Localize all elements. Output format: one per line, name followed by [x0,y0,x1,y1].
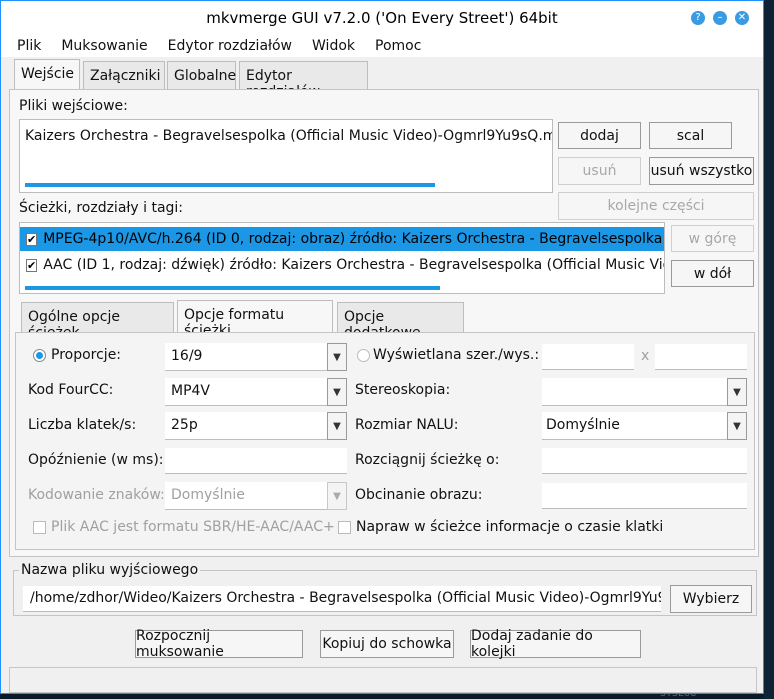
stereoscopy-combo[interactable]: ▼ [542,378,747,406]
title-bar: mkvmerge GUI v7.2.0 ('On Every Street') … [1,1,763,35]
fourcc-label: Kod FourCC: [28,382,114,398]
fps-label: Liczba klatek/s: [28,417,137,433]
display-height-field[interactable] [655,344,747,370]
charset-combo[interactable]: Domyślnie ▼ [165,482,347,510]
merge-button[interactable]: scal [649,122,732,149]
fps-value: 25p [171,417,198,433]
track-checkbox-audio[interactable]: ✔ [26,258,38,272]
input-file-item[interactable]: Kaizers Orchestra - Begravelsespolka (Of… [25,128,552,144]
tab-chapter-editor[interactable]: Edytor rozdziałów [239,61,368,100]
format-options-panel [15,332,755,550]
tab-general-track-options[interactable]: Ogólne opcje ścieżek [21,302,174,341]
remove-button[interactable]: usuń [558,157,641,185]
tab-attachments[interactable]: Załączniki [83,61,165,91]
chevron-down-icon[interactable]: ▼ [727,378,747,406]
track-label-audio: AAC (ID 1, rodzaj: dźwięk) źródło: Kaize… [43,257,665,273]
fix-timing-checkbox[interactable] [338,521,351,534]
tracks-list[interactable]: ✔ MPEG-4p10/AVC/h.264 (ID 0, rodzaj: obr… [19,222,665,294]
move-up-button[interactable]: w górę [671,225,754,252]
output-label: Nazwa pliku wyjściowego [19,562,201,578]
tab-global[interactable]: Globalne [167,61,236,91]
window-title: mkvmerge GUI v7.2.0 ('On Every Street') … [206,9,558,27]
stretch-label: Rozciągnij ścieżkę o: [355,452,500,468]
charset-label: Kodowanie znaków: [28,487,165,503]
input-files-list[interactable]: Kaizers Orchestra - Begravelsespolka (Of… [19,119,553,193]
input-files-scrollbar[interactable] [25,183,435,187]
aspect-ratio-label: Proporcje: [51,347,122,363]
chevron-down-icon[interactable]: ▼ [327,378,347,406]
aac-sbr-label: Plik AAC jest formatu SBR/HE-AAC/AAC+ [51,519,335,535]
charset-value: Domyślnie [171,487,245,503]
chevron-down-icon[interactable]: ▼ [727,412,747,440]
menu-help[interactable]: Pomoc [365,38,431,54]
display-dims-label: Wyświetlana szer./wys.: [373,347,540,363]
status-bar [9,667,757,693]
stereoscopy-label: Stereoskopia: [355,382,451,398]
chevron-down-icon[interactable]: ▼ [327,412,347,440]
tracks-label: Ścieżki, rozdziały i tagi: [19,200,184,216]
move-down-button[interactable]: w dół [671,260,754,287]
menu-file[interactable]: Plik [7,38,51,54]
chevron-down-icon[interactable]: ▼ [327,482,347,510]
track-checkbox-video[interactable]: ✔ [26,232,38,246]
nalu-combo[interactable]: Domyślnie ▼ [542,412,747,440]
fps-combo[interactable]: 25p ▼ [165,412,347,440]
menu-chapter-editor[interactable]: Edytor rozdziałów [158,38,302,54]
delay-field[interactable] [165,448,347,474]
menu-bar: Plik Muksowanie Edytor rozdziałów Widok … [1,35,763,57]
remove-all-button[interactable]: usuń wszystko [649,157,754,185]
display-dims-radio[interactable] [357,349,370,362]
add-to-queue-button[interactable]: Dodaj zadanie do kolejki [470,628,641,660]
aac-sbr-checkbox[interactable] [33,521,46,534]
browse-button[interactable]: Wybierz [670,585,752,613]
crop-field[interactable] [542,483,747,509]
fix-timing-label: Napraw w ścieżce informacje o czasie kla… [356,519,664,535]
delay-label: Opóźnienie (w ms): [28,452,164,468]
aspect-ratio-combo[interactable]: 16/9 ▼ [165,343,347,371]
input-files-label: Pliki wejściowe: [19,98,128,114]
chevron-down-icon[interactable]: ▼ [327,343,347,371]
display-width-field[interactable] [542,344,634,370]
aspect-ratio-value: 16/9 [171,348,203,364]
fourcc-value: MP4V [171,383,211,399]
aspect-ratio-radio[interactable] [33,349,46,362]
output-path-value: /home/zdhor/Wideo/Kaizers Orchestra - Be… [30,590,661,606]
tab-input[interactable]: Wejście [14,59,80,91]
add-button[interactable]: dodaj [558,122,641,149]
stretch-field[interactable] [542,448,747,474]
tab-format-track-options[interactable]: Opcje formatu ścieżki [177,300,333,339]
output-path-field[interactable]: /home/zdhor/Wideo/Kaizers Orchestra - Be… [23,586,661,612]
tab-extra-options[interactable]: Opcje dodatkowe [337,302,464,341]
next-parts-button[interactable]: kolejne części [558,192,754,220]
crop-label: Obcinanie obrazu: [355,487,483,503]
menu-muxing[interactable]: Muksowanie [51,38,157,54]
copy-to-clipboard-button[interactable]: Kopiuj do schowka [320,630,454,658]
fourcc-combo[interactable]: MP4V ▼ [165,378,347,406]
window-close-icon[interactable]: ✕ [735,11,749,25]
tracks-scrollbar[interactable] [25,286,440,290]
track-row-audio[interactable]: ✔ AAC (ID 1, rodzaj: dźwięk) źródło: Kai… [20,253,664,277]
desktop-background [764,0,774,699]
track-label-video: MPEG-4p10/AVC/h.264 (ID 0, rodzaj: obraz… [43,231,665,247]
start-muxing-button[interactable]: Rozpocznij muksowanie [135,628,303,660]
window-minimize-icon[interactable]: – [713,11,727,25]
menu-view[interactable]: Widok [302,38,365,54]
app-window: mkvmerge GUI v7.2.0 ('On Every Street') … [0,0,764,694]
nalu-label: Rozmiar NALU: [355,417,459,433]
nalu-value: Domyślnie [546,417,620,433]
track-row-video[interactable]: ✔ MPEG-4p10/AVC/h.264 (ID 0, rodzaj: obr… [20,227,664,251]
window-help-icon[interactable]: ? [691,11,705,25]
display-dims-separator: x [641,348,650,364]
